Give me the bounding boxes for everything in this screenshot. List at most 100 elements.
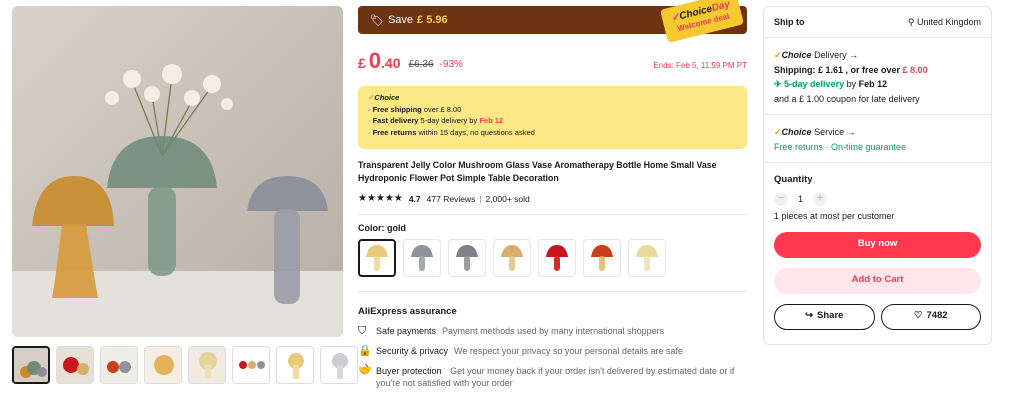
quantity-increase-button[interactable]: + [813,191,828,206]
thumbnail-2[interactable] [56,346,94,384]
shipping-label: Shipping: [774,64,818,75]
assurance-security-privacy[interactable]: 🔒 Security & privacy We respect your pri… [358,345,747,357]
thumbnail-1[interactable] [12,346,50,384]
add-to-cart-button[interactable]: Add to Cart [774,267,981,294]
mushroom-vases-illustration [12,6,343,337]
sold-count: 2,000+ sold [485,193,530,204]
heart-icon: ♡ [913,310,923,322]
deal-ends-time: Ends: Feb 5, 11:59 PM PT [653,61,747,70]
shield-check-icon: ⛉ [358,325,367,337]
save-amount: £ 5.96 [417,14,448,26]
fast-date: Feb 12 [858,79,888,89]
free-shipping-label: Free shipping [372,104,422,114]
mushroom-icon [636,245,658,271]
quantity-label: Quantity [774,174,813,185]
choice-delivery-choice: Choice [781,50,812,60]
checkmark-icon: ✓ [774,50,782,60]
thumbnail-5[interactable] [188,346,226,384]
divider [358,214,747,215]
mushroom-icon [366,245,388,271]
wishlist-button[interactable]: ♡ 7482 [880,303,981,330]
color-swatch-gold[interactable] [358,239,396,277]
location-pin-icon: ⚲ [907,16,917,27]
wishlist-count: 7482 [926,310,948,322]
reviews-link[interactable]: 477 Reviews [427,194,476,204]
save-label: Save [387,14,414,26]
color-swatch-silver[interactable] [448,239,486,277]
quantity-stepper: − 1 + [774,191,981,207]
checkmark-icon: ✓ [774,127,782,137]
shipping-value: £ 1.61 , or free over [818,64,903,75]
choice-service-choice: Choice [781,127,812,137]
assurance-title: AliExpress assurance [358,306,457,317]
lock-icon: 🔒 [358,345,372,357]
assurance-buyer-protection[interactable]: 🤝 Buyer protection Get your money back i… [358,365,747,389]
assurance-desc: Payment methods used by many internation… [442,326,665,336]
color-swatch-pale-yellow[interactable] [628,239,666,277]
free-returns: Free returns [774,141,824,152]
color-swatch-grey[interactable] [403,239,441,277]
quantity-value[interactable]: 1 [798,192,803,207]
color-swatch-red-gold[interactable] [583,239,621,277]
fast-delivery-label: Fast delivery [372,116,419,125]
product-title: Transparent Jelly Color Mushroom Glass V… [358,160,717,183]
star-rating-icon: ★★★★★ [358,193,403,204]
share-label: Share [817,310,844,322]
choice-service-label: Service → [811,127,856,137]
delivery-section: ✓Choice Delivery → Shipping: £ 1.61 , or… [774,38,981,114]
shipping-free-threshold: £ 8.00 [902,64,928,75]
assurance-safe-payments[interactable]: ⛉ Safe payments Payment methods used by … [358,325,747,337]
divider [358,291,747,292]
assurance-label: Security & privacy [376,346,449,356]
separator: | [479,193,482,204]
free-shipping-text: over £ 8.00 [421,104,462,114]
thumbnail-4[interactable] [144,346,182,384]
color-swatch-amber[interactable] [493,239,531,277]
mushroom-icon [591,245,613,271]
price-row: £ 0 .40 £6.36 -93% Ends: Feb 5, 11:59 PM… [358,44,747,74]
ship-to-row[interactable]: Ship to ⚲ United Kingdom [774,7,981,37]
product-main-image[interactable] [12,6,343,337]
choice-delivery-label: Delivery → [811,50,859,60]
choice-service-link[interactable]: ✓Choice Service → [774,125,981,140]
price-currency: £ [358,55,366,71]
color-swatch-red[interactable] [538,239,576,277]
mushroom-icon [501,245,523,271]
purchase-panel: Ship to ⚲ United Kingdom ✓Choice Deliver… [763,6,992,345]
share-button[interactable]: ↪ Share [774,303,875,330]
rocket-icon: ✈ [774,79,785,89]
assurance-label: Safe payments [376,326,437,336]
on-time-guarantee: On-time guarantee [831,141,907,152]
mushroom-icon [546,245,568,271]
free-returns-label: Free returns [372,127,417,137]
fast-delivery: 5-day delivery [784,79,845,89]
choice-title: Choice [374,93,400,102]
choice-delivery-link[interactable]: ✓Choice Delivery → [774,48,981,63]
share-icon: ↪ [805,310,814,322]
assurance-desc: We respect your privacy so your personal… [454,346,683,356]
rating-value: 4.7 [408,193,421,204]
thumbnail-8[interactable] [320,346,358,384]
thumbnail-strip: › [12,346,369,386]
mushroom-icon [411,245,433,271]
quantity-decrease-button[interactable]: − [774,191,788,206]
free-returns-text: within 15 days, no questions asked [416,127,535,137]
choice-day-badge: ✓ChoiceDay Welcome deal [660,0,744,43]
rating-row: ★★★★★ 4.7 477 Reviews | 2,000+ sold [358,193,747,204]
service-section: ✓Choice Service → Free returns · On-time… [774,115,981,162]
fast-delivery-text: 5-day delivery by [418,116,480,125]
mushroom-icon [456,245,478,271]
buy-now-button[interactable]: Buy now [774,231,981,258]
discount-percent: -93% [439,59,463,70]
thumbnail-3[interactable] [100,346,138,384]
color-swatches [358,239,747,277]
choice-benefits-box[interactable]: ✓Choice · Free shipping over £ 8.00 · Fa… [358,86,747,149]
handshake-icon: 🤝 [358,365,372,377]
price-decimal: .40 [381,55,401,71]
thumbnail-7[interactable] [276,346,314,384]
late-coupon-text: and a £ 1.00 coupon for late delivery [774,93,920,104]
quantity-limit-note: 1 pieces at most per customer [774,211,895,221]
service-separator: · [823,141,832,152]
thumbnail-6[interactable] [232,346,270,384]
original-price: £6.36 [408,59,434,70]
